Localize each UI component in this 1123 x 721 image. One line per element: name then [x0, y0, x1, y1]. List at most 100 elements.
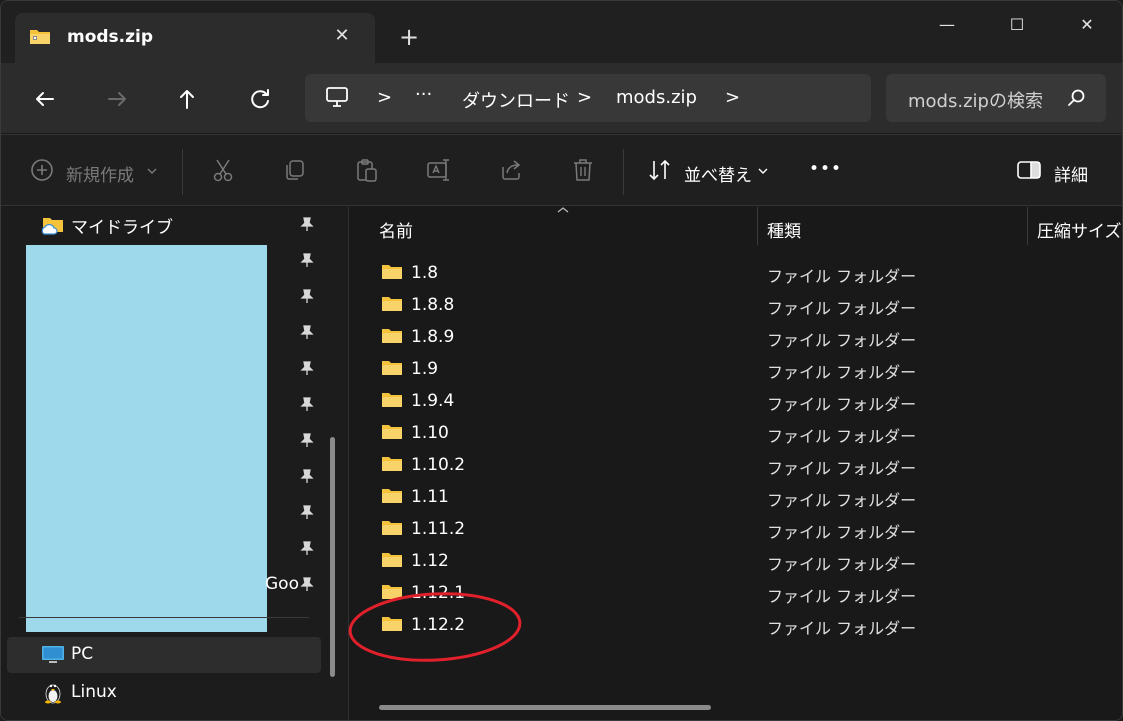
table-row[interactable]: 1.10 ファイル フォルダー [351, 417, 1122, 449]
file-type: ファイル フォルダー [767, 491, 917, 510]
sidebar-item-label[interactable]: Goo [265, 574, 299, 594]
paste-icon[interactable] [354, 157, 380, 183]
pin-icon[interactable] [299, 288, 315, 304]
sort-button[interactable]: 並べ替え [684, 161, 752, 186]
chevron-down-icon [147, 168, 157, 174]
delete-icon[interactable] [570, 157, 596, 183]
back-arrow-icon[interactable] [29, 83, 61, 115]
address-bar[interactable]: > ··· ダウンロード > mods.zip > [305, 74, 871, 122]
folder-icon [382, 553, 402, 567]
column-header-label: 種類 [767, 222, 801, 242]
maximize-button[interactable]: ☐ [997, 11, 1037, 39]
cloud-folder-icon [41, 218, 63, 235]
breadcrumb-separator[interactable]: > [725, 87, 740, 108]
tab-mods-zip[interactable]: mods.zip ✕ [15, 13, 375, 63]
linux-penguin-icon [45, 684, 61, 704]
table-row[interactable]: 1.8.9 ファイル フォルダー [351, 321, 1122, 353]
close-tab-icon[interactable]: ✕ [331, 25, 353, 47]
table-row[interactable]: 1.8 ファイル フォルダー [351, 257, 1122, 289]
file-name: 1.11.2 [411, 519, 466, 539]
table-row[interactable]: 1.9 ファイル フォルダー [351, 353, 1122, 385]
forward-arrow-icon[interactable] [101, 83, 133, 115]
refresh-icon[interactable] [244, 83, 276, 115]
breadcrumb-separator[interactable]: > [377, 87, 392, 108]
file-name: 1.11 [411, 487, 449, 507]
column-header-type[interactable]: 種類 [758, 207, 1026, 247]
redacted-area [26, 245, 267, 632]
minimize-button[interactable]: — [927, 11, 967, 39]
horizontal-scrollbar[interactable] [379, 705, 711, 710]
pin-icon[interactable] [299, 432, 315, 448]
search-input[interactable]: mods.zipの検索 [886, 74, 1106, 122]
table-row[interactable]: 1.10.2 ファイル フォルダー [351, 449, 1122, 481]
folder-icon [382, 361, 402, 375]
share-icon[interactable] [498, 157, 524, 183]
details-button[interactable]: 詳細 [1054, 161, 1088, 186]
column-header-name[interactable]: 名前 [351, 207, 757, 247]
sidebar-item-linux[interactable]: Linux [1, 674, 321, 710]
folder-icon [382, 457, 402, 471]
computer-icon [326, 87, 348, 107]
sidebar-scrollbar[interactable] [330, 437, 335, 677]
sidebar-item-my-drive[interactable]: マイドライブ [1, 207, 321, 243]
navigation-pane: マイドライブ Goo PC Linux [1, 207, 349, 720]
file-type: ファイル フォルダー [767, 395, 917, 414]
new-button[interactable]: 新規作成 [66, 161, 134, 186]
folder-icon [382, 521, 402, 535]
file-name: 1.12 [411, 551, 449, 571]
zip-folder-icon [30, 30, 50, 44]
file-type: ファイル フォルダー [767, 363, 917, 382]
breadcrumb-separator[interactable]: > [577, 87, 592, 108]
file-type: ファイル フォルダー [767, 427, 917, 446]
file-type: ファイル フォルダー [767, 459, 917, 478]
breadcrumb-ellipsis[interactable]: ··· [415, 84, 432, 105]
sidebar-divider [19, 617, 309, 618]
file-type: ファイル フォルダー [767, 523, 917, 542]
table-row[interactable]: 1.9.4 ファイル フォルダー [351, 385, 1122, 417]
table-row[interactable]: 1.11 ファイル フォルダー [351, 481, 1122, 513]
file-name: 1.10.2 [411, 455, 466, 475]
file-name: 1.9.4 [411, 391, 455, 411]
close-window-button[interactable]: ✕ [1067, 11, 1107, 39]
table-row[interactable]: 1.11.2 ファイル フォルダー [351, 513, 1122, 545]
file-name: 1.9 [411, 359, 439, 379]
folder-icon [382, 425, 402, 439]
breadcrumb-mods-zip[interactable]: mods.zip [616, 87, 697, 108]
breadcrumb-downloads[interactable]: ダウンロード [462, 87, 570, 113]
file-type: ファイル フォルダー [767, 331, 917, 350]
search-placeholder: mods.zipの検索 [908, 91, 1043, 112]
rename-icon[interactable] [426, 157, 452, 183]
sidebar-item-pc[interactable]: PC [7, 637, 321, 673]
pin-icon[interactable] [299, 252, 315, 268]
folder-icon [382, 265, 402, 279]
up-arrow-icon[interactable] [171, 83, 203, 115]
folder-icon [382, 393, 402, 407]
copy-icon[interactable] [282, 157, 308, 183]
pin-icon[interactable] [299, 576, 315, 592]
pin-icon[interactable] [299, 468, 315, 484]
search-icon[interactable] [1066, 87, 1088, 109]
more-options-button[interactable]: ••• [809, 159, 842, 179]
table-row[interactable]: 1.8.8 ファイル フォルダー [351, 289, 1122, 321]
title-bar: mods.zip ✕ + — ☐ ✕ [1, 1, 1122, 63]
pin-icon[interactable] [299, 540, 315, 556]
toolbar-divider [182, 149, 183, 195]
details-pane-icon [1017, 161, 1041, 179]
pin-icon[interactable] [299, 396, 315, 412]
file-explorer-window: mods.zip ✕ + — ☐ ✕ > ··· ダウンロード > mods.z… [0, 0, 1123, 721]
cut-icon[interactable] [210, 157, 236, 183]
pin-icon[interactable] [299, 504, 315, 520]
new-tab-button[interactable]: + [395, 23, 423, 51]
new-plus-icon [31, 159, 53, 181]
pin-icon[interactable] [299, 216, 315, 232]
file-name: 1.8 [411, 263, 439, 283]
column-header-compressed-size[interactable]: 圧縮サイズ [1028, 207, 1122, 247]
pin-icon[interactable] [299, 360, 315, 376]
chevron-down-icon [758, 168, 768, 174]
red-annotation-circle [348, 592, 522, 662]
file-list: 名前 種類 圧縮サイズ 1.8 ファイル フォルダー 1.8.8 ファイル フォルダー… [348, 207, 1122, 720]
table-row[interactable]: 1.12 ファイル フォルダー [351, 545, 1122, 577]
sidebar-item-label: PC [71, 644, 94, 664]
pin-icon[interactable] [299, 324, 315, 340]
file-type: ファイル フォルダー [767, 555, 917, 574]
